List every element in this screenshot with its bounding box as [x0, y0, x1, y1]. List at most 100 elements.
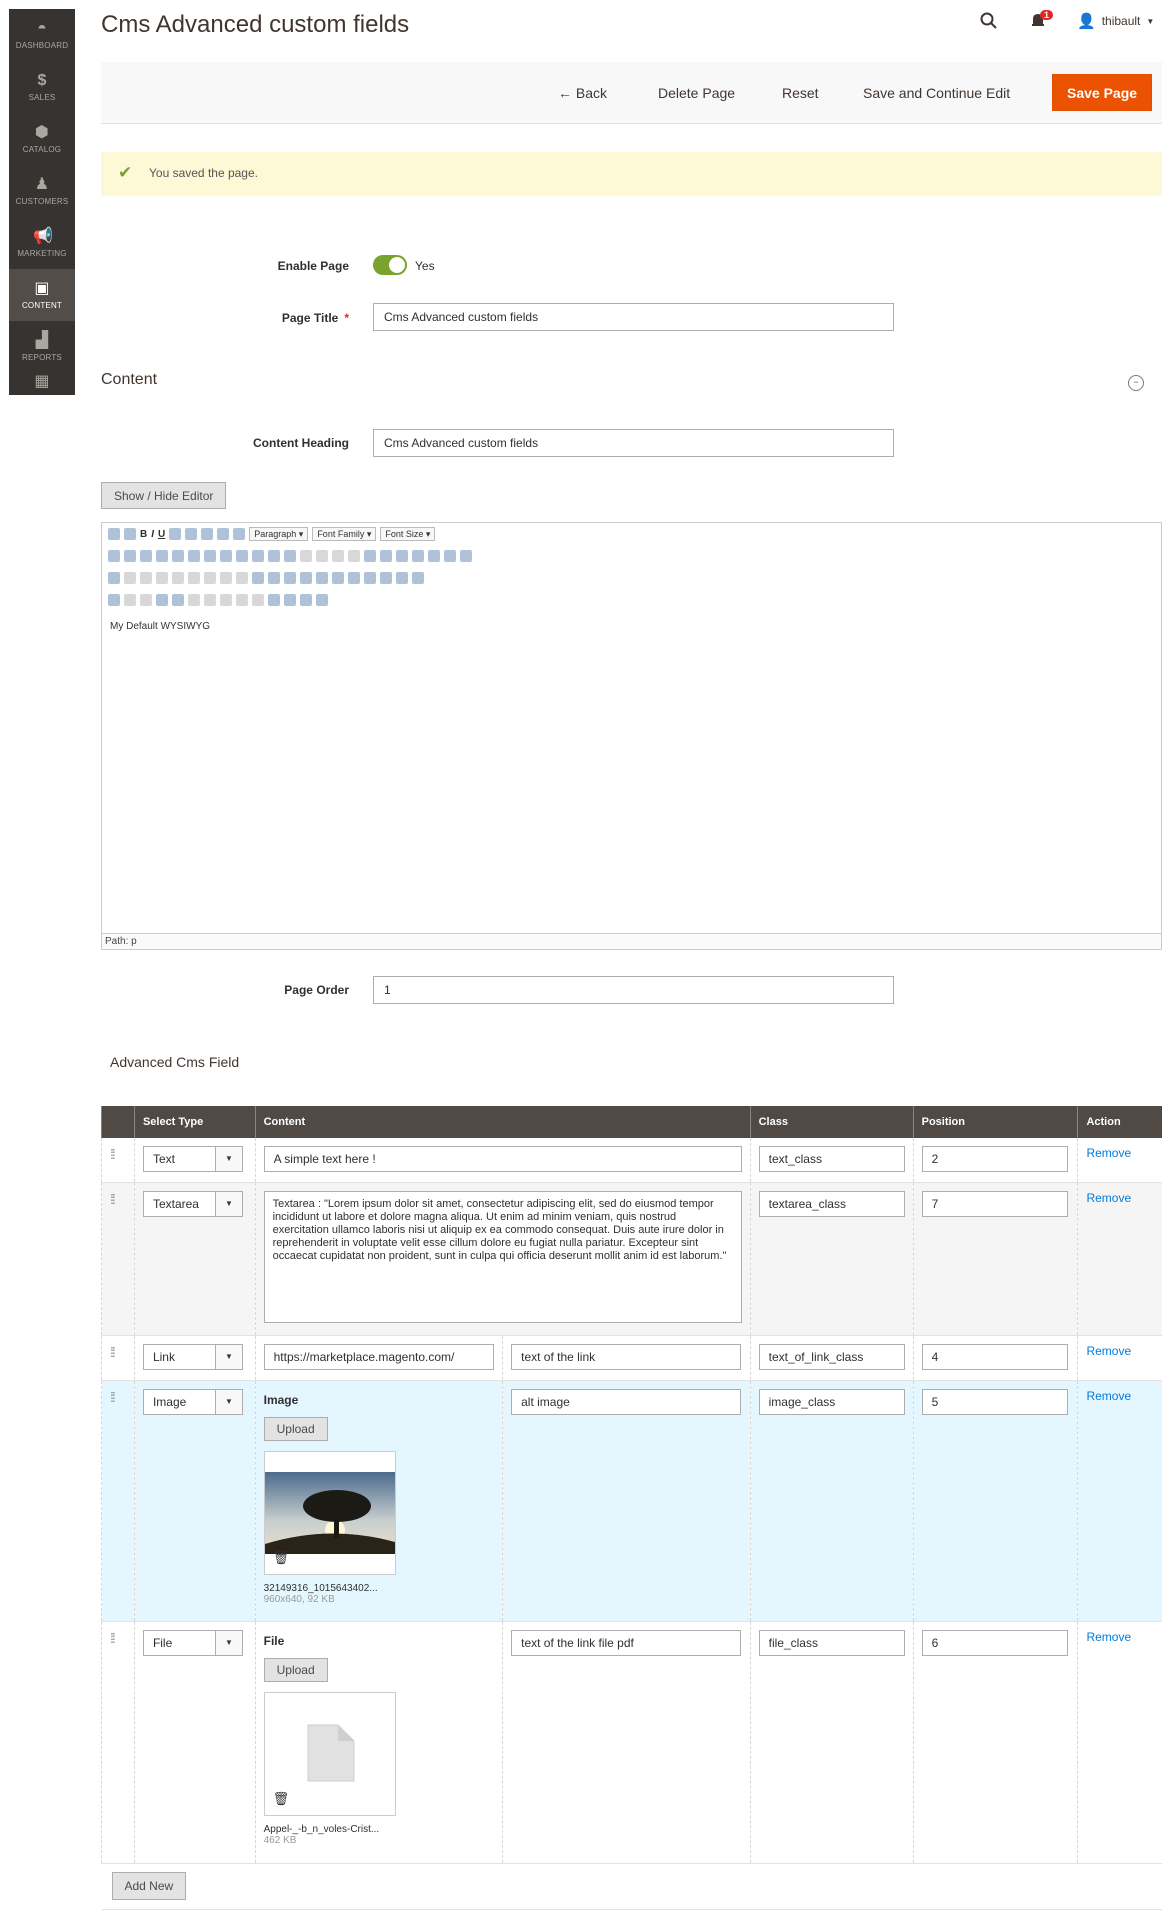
toolbar-icon[interactable] [316, 550, 328, 562]
toolbar-icon[interactable] [284, 550, 296, 562]
save-page-button[interactable]: Save Page [1052, 74, 1153, 111]
toolbar-icon[interactable] [124, 594, 136, 606]
toolbar-icon[interactable] [140, 594, 152, 606]
image-icon[interactable] [380, 550, 392, 562]
italic-icon[interactable]: I [151, 529, 154, 540]
drag-handle-icon[interactable]: ⁞⁞ [110, 1344, 116, 1360]
toolbar-icon[interactable] [204, 550, 216, 562]
font-color-icon[interactable] [444, 550, 456, 562]
class-input[interactable] [758, 1388, 905, 1415]
toolbar-icon[interactable] [348, 550, 360, 562]
position-input[interactable] [921, 1629, 1068, 1656]
search-icon[interactable] [980, 12, 998, 35]
class-input[interactable] [758, 1146, 905, 1172]
position-input[interactable] [921, 1146, 1068, 1172]
subscript-icon[interactable] [300, 572, 312, 584]
toolbar-icon[interactable] [169, 528, 182, 540]
toolbar-icon[interactable] [364, 572, 376, 584]
toolbar-icon[interactable] [172, 550, 184, 562]
remove-button[interactable]: Remove [1086, 1630, 1131, 1644]
drag-handle-icon[interactable]: ⁞⁞ [110, 1146, 116, 1162]
anchor-icon[interactable] [364, 550, 376, 562]
toolbar-icon[interactable] [188, 550, 200, 562]
back-button[interactable]: ← Back [558, 85, 607, 101]
trash-icon[interactable]: 🗑 [273, 1791, 290, 1807]
nav-reports[interactable]: ▟ REPORTS [9, 321, 75, 373]
font-size-select[interactable]: Font Size ▾ [380, 527, 436, 541]
toolbar-icon[interactable] [188, 594, 200, 606]
position-input[interactable] [921, 1343, 1068, 1370]
toolbar-icon[interactable] [204, 594, 216, 606]
help-icon[interactable] [412, 550, 424, 562]
toolbar-icon[interactable] [268, 594, 280, 606]
toolbar-icon[interactable] [396, 572, 408, 584]
drag-handle-icon[interactable]: ⁞⁞ [110, 1389, 116, 1405]
type-select[interactable]: Link ▼ [142, 1343, 243, 1370]
save-and-continue-button[interactable]: Save and Continue Edit [863, 85, 1010, 101]
page-title-input[interactable] [373, 303, 894, 331]
toolbar-icon[interactable] [316, 594, 328, 606]
toolbar-icon[interactable] [332, 550, 344, 562]
class-input[interactable] [758, 1190, 905, 1217]
toolbar-icon[interactable] [300, 594, 312, 606]
nav-content[interactable]: ▣ CONTENT [9, 269, 75, 321]
toolbar-icon[interactable] [348, 572, 360, 584]
link-url-input[interactable] [263, 1343, 494, 1370]
toolbar-icon[interactable] [188, 572, 200, 584]
pilcrow-icon[interactable] [284, 594, 296, 606]
toolbar-icon[interactable] [300, 550, 312, 562]
copy-icon[interactable] [124, 550, 136, 562]
toolbar-icon[interactable] [108, 572, 120, 584]
class-input[interactable] [758, 1629, 905, 1656]
toolbar-icon[interactable] [252, 594, 264, 606]
remove-button[interactable]: Remove [1086, 1146, 1131, 1160]
notifications-bell-icon[interactable]: 1 [1030, 10, 1054, 33]
toolbar-icon[interactable] [124, 528, 136, 540]
toolbar-icon[interactable] [220, 572, 232, 584]
superscript-icon[interactable] [316, 572, 328, 584]
toolbar-icon[interactable] [124, 572, 136, 584]
remove-button[interactable]: Remove [1086, 1344, 1131, 1358]
toolbar-icon[interactable] [156, 550, 168, 562]
show-hide-editor-button[interactable]: Show / Hide Editor [101, 482, 227, 509]
type-select[interactable]: Image ▼ [142, 1388, 243, 1415]
toolbar-icon[interactable] [220, 594, 232, 606]
upload-button[interactable]: Upload [263, 1657, 328, 1682]
toolbar-icon[interactable] [412, 572, 424, 584]
special-char-icon[interactable] [332, 572, 344, 584]
position-input[interactable] [921, 1388, 1068, 1415]
toolbar-icon[interactable] [217, 528, 230, 540]
class-input[interactable] [758, 1343, 905, 1370]
content-textarea[interactable]: Textarea : "Lorem ipsum dolor sit amet, … [263, 1190, 742, 1323]
font-family-select[interactable]: Font Family ▾ [312, 527, 377, 541]
drag-handle-icon[interactable]: ⁞⁞ [110, 1630, 116, 1646]
toolbar-icon[interactable] [236, 594, 248, 606]
toolbar-icon[interactable] [201, 528, 214, 540]
editor-content[interactable]: My Default WYSIWYG [110, 621, 210, 632]
toolbar-icon[interactable] [233, 528, 246, 540]
user-menu[interactable]: 👤 thibault ▼ [1077, 12, 1154, 30]
collapse-icon[interactable]: − [1128, 375, 1144, 391]
drag-handle-icon[interactable]: ⁞⁞ [110, 1191, 116, 1207]
paste-icon[interactable] [140, 550, 152, 562]
toolbar-icon[interactable] [268, 572, 280, 584]
nav-customers[interactable]: ♟ CUSTOMERS [9, 165, 75, 217]
toolbar-icon[interactable] [172, 594, 184, 606]
toolbar-icon[interactable] [156, 572, 168, 584]
toolbar-icon[interactable] [108, 528, 120, 540]
upload-button[interactable]: Upload [263, 1416, 328, 1441]
toolbar-icon[interactable] [252, 550, 264, 562]
horizontal-rule-icon[interactable] [252, 572, 264, 584]
page-order-input[interactable] [373, 976, 894, 1004]
paragraph-select[interactable]: Paragraph ▾ [249, 527, 309, 541]
reset-button[interactable]: Reset [782, 85, 819, 101]
toolbar-icon[interactable] [140, 572, 152, 584]
nav-sales[interactable]: $ SALES [9, 61, 75, 113]
add-new-button[interactable]: Add New [111, 1871, 187, 1900]
delete-page-button[interactable]: Delete Page [658, 85, 735, 101]
toolbar-icon[interactable] [380, 572, 392, 584]
toolbar-icon[interactable] [172, 572, 184, 584]
toolbar-icon[interactable] [185, 528, 198, 540]
content-input[interactable] [263, 1146, 742, 1172]
underline-icon[interactable]: U [158, 529, 165, 540]
